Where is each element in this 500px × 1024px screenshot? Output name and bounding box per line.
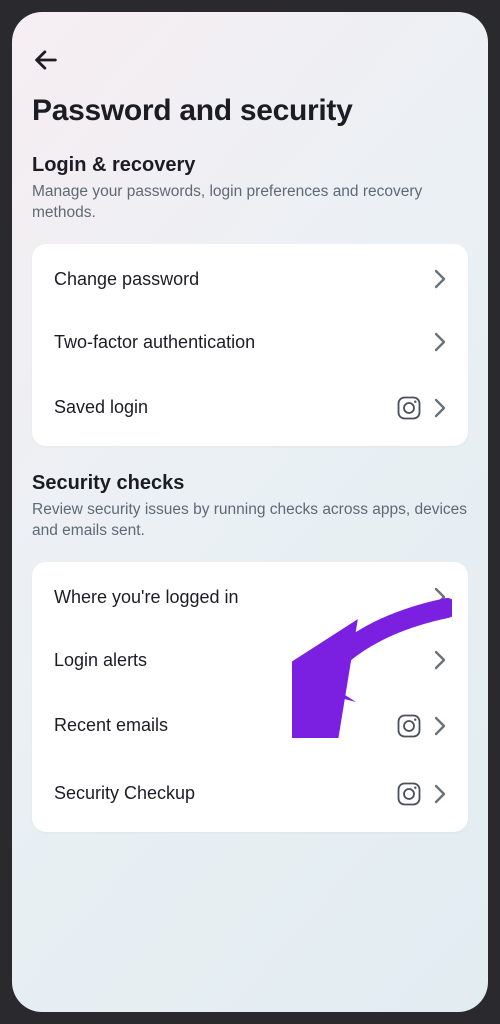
row-two-factor-auth[interactable]: Two-factor authentication bbox=[32, 311, 468, 374]
row-label: Login alerts bbox=[54, 650, 434, 671]
section-heading-security-checks: Security checks bbox=[32, 472, 468, 495]
row-login-alerts[interactable]: Login alerts bbox=[32, 629, 468, 692]
row-saved-login[interactable]: Saved login bbox=[32, 374, 468, 442]
section-heading-login-recovery: Login & recovery bbox=[32, 154, 468, 177]
instagram-icon bbox=[396, 395, 422, 421]
screen: Password and security Login & recovery M… bbox=[12, 12, 488, 1012]
chevron-right-icon bbox=[434, 269, 446, 289]
back-button[interactable] bbox=[26, 40, 66, 80]
chevron-right-icon bbox=[434, 332, 446, 352]
row-icons bbox=[434, 650, 446, 670]
row-icons bbox=[396, 713, 446, 739]
row-recent-emails[interactable]: Recent emails bbox=[32, 692, 468, 760]
chevron-right-icon bbox=[434, 784, 446, 804]
row-security-checkup[interactable]: Security Checkup bbox=[32, 760, 468, 828]
row-label: Recent emails bbox=[54, 715, 396, 736]
row-label: Change password bbox=[54, 269, 434, 290]
security-checks-card: Where you're logged in Login alerts Rece… bbox=[32, 562, 468, 832]
row-where-logged-in[interactable]: Where you're logged in bbox=[32, 566, 468, 629]
login-recovery-card: Change password Two-factor authenticatio… bbox=[32, 244, 468, 446]
chevron-right-icon bbox=[434, 650, 446, 670]
chevron-right-icon bbox=[434, 398, 446, 418]
arrow-left-icon bbox=[32, 46, 60, 74]
row-change-password[interactable]: Change password bbox=[32, 248, 468, 311]
section-desc-security-checks: Review security issues by running checks… bbox=[32, 499, 468, 542]
chevron-right-icon bbox=[434, 587, 446, 607]
row-label: Saved login bbox=[54, 397, 396, 418]
row-label: Two-factor authentication bbox=[54, 332, 434, 353]
row-icons bbox=[396, 781, 446, 807]
row-icons bbox=[434, 332, 446, 352]
row-icons bbox=[396, 395, 446, 421]
row-icons bbox=[434, 269, 446, 289]
section-desc-login-recovery: Manage your passwords, login preferences… bbox=[32, 181, 468, 224]
row-icons bbox=[434, 587, 446, 607]
header-row bbox=[32, 36, 468, 84]
page-title: Password and security bbox=[32, 94, 468, 128]
instagram-icon bbox=[396, 713, 422, 739]
chevron-right-icon bbox=[434, 716, 446, 736]
instagram-icon bbox=[396, 781, 422, 807]
row-label: Where you're logged in bbox=[54, 587, 434, 608]
row-label: Security Checkup bbox=[54, 783, 396, 804]
